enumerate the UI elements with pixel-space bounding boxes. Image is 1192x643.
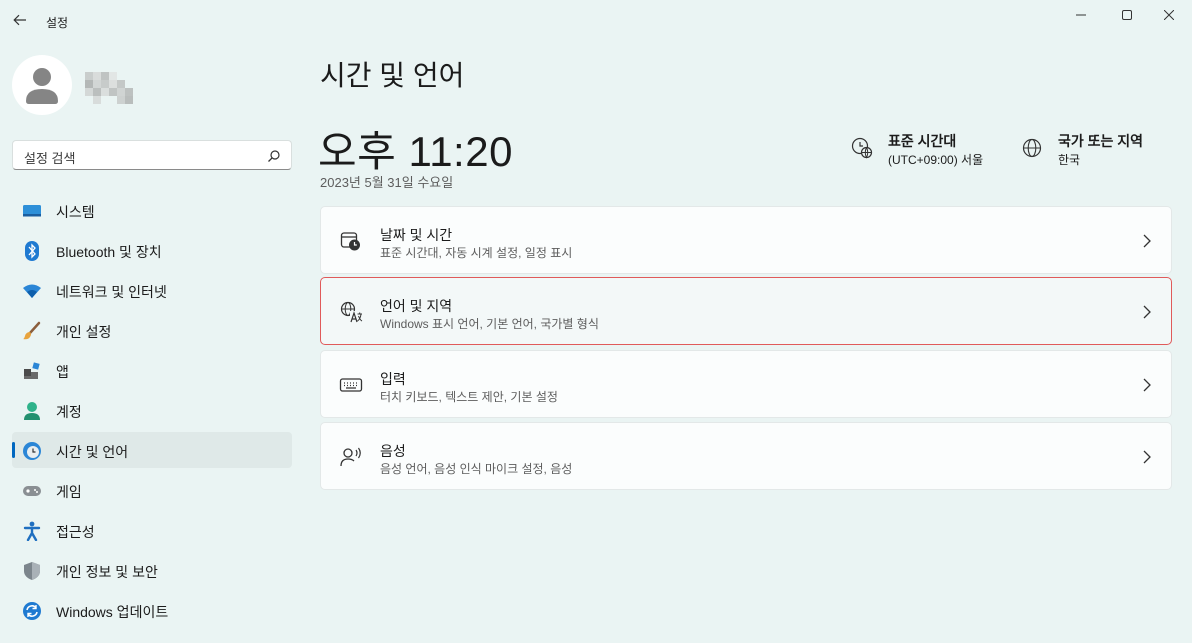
minimize-button[interactable]: [1058, 0, 1104, 30]
settings-window: 설정 설정 검색 시스템 Bluetooth 및 장치 네트워크 및 인터넷 개…: [0, 0, 1192, 643]
avatar[interactable]: [12, 55, 72, 115]
card-subtitle: 음성 언어, 음성 인식 마이크 설정, 음성: [380, 462, 573, 476]
shield-icon: [22, 561, 42, 581]
timezone-clock-icon: [851, 137, 873, 159]
timezone-value: (UTC+09:00) 서울: [888, 153, 984, 167]
back-button[interactable]: [8, 8, 32, 32]
maximize-icon: [1122, 10, 1132, 20]
accessibility-icon: [22, 521, 42, 541]
card-subtitle: 표준 시간대, 자동 시계 설정, 일정 표시: [380, 246, 573, 260]
card-subtitle: 터치 키보드, 텍스트 제안, 기본 설정: [380, 390, 558, 404]
card-language-region[interactable]: 언어 및 지역 Windows 표시 언어, 기본 언어, 국가별 형식: [320, 277, 1172, 345]
active-indicator: [12, 442, 15, 458]
card-title: 날짜 및 시간: [380, 227, 453, 243]
sidebar-item-label: Bluetooth 및 장치: [56, 244, 162, 260]
globe-icon: [1022, 138, 1042, 158]
username-redacted: [85, 72, 137, 104]
card-date-time[interactable]: 날짜 및 시간 표준 시간대, 자동 시계 설정, 일정 표시: [320, 206, 1172, 274]
bluetooth-icon: [22, 241, 42, 261]
sidebar-item-apps[interactable]: 앱: [12, 352, 292, 388]
region-value: 한국: [1058, 153, 1081, 167]
chevron-right-icon: [1143, 305, 1151, 319]
sidebar-nav: 시스템 Bluetooth 및 장치 네트워크 및 인터넷 개인 설정 앱 계정…: [12, 192, 292, 632]
sidebar-item-accessibility[interactable]: 접근성: [12, 512, 292, 548]
close-button[interactable]: [1146, 0, 1192, 30]
sidebar-item-time-language[interactable]: 시간 및 언어: [12, 432, 292, 468]
sidebar-item-label: 앱: [56, 364, 69, 380]
search-icon[interactable]: [267, 149, 281, 163]
sidebar-item-bluetooth[interactable]: Bluetooth 및 장치: [12, 232, 292, 268]
sidebar-item-label: 시스템: [56, 204, 95, 220]
sidebar-item-windows-update[interactable]: Windows 업데이트: [12, 592, 292, 628]
sidebar-item-accounts[interactable]: 계정: [12, 392, 292, 428]
sidebar-item-label: 시간 및 언어: [56, 444, 129, 460]
brush-icon: [22, 321, 42, 341]
page-title: 시간 및 언어: [320, 60, 465, 91]
search-box[interactable]: 설정 검색: [12, 140, 292, 170]
region-info: 국가 또는 지역 한국: [1020, 130, 1170, 170]
sidebar-item-label: Windows 업데이트: [56, 604, 169, 620]
sidebar-item-network[interactable]: 네트워크 및 인터넷: [12, 272, 292, 308]
user-icon: [26, 68, 58, 104]
search-input[interactable]: 설정 검색: [24, 148, 75, 167]
calendar-clock-icon: [340, 232, 360, 251]
back-arrow-icon: [13, 14, 26, 26]
title-bar: 설정: [0, 0, 1192, 44]
sidebar-item-gaming[interactable]: 게임: [12, 472, 292, 508]
sidebar-item-label: 개인 설정: [56, 324, 112, 340]
card-typing[interactable]: 입력 터치 키보드, 텍스트 제안, 기본 설정: [320, 350, 1172, 418]
update-icon: [22, 601, 42, 621]
card-title: 언어 및 지역: [380, 298, 453, 314]
chevron-right-icon: [1143, 450, 1151, 464]
time-language-icon: [22, 441, 42, 461]
app-title: 설정: [46, 16, 69, 30]
gamepad-icon: [22, 481, 42, 501]
region-label: 국가 또는 지역: [1058, 133, 1144, 149]
timezone-label: 표준 시간대: [888, 133, 957, 149]
sidebar-item-system[interactable]: 시스템: [12, 192, 292, 228]
sidebar-item-label: 게임: [56, 484, 82, 500]
speech-icon: [340, 447, 361, 467]
chevron-right-icon: [1143, 234, 1151, 248]
wifi-icon: [22, 281, 42, 301]
card-speech[interactable]: 음성 음성 언어, 음성 인식 마이크 설정, 음성: [320, 422, 1172, 490]
card-title: 입력: [380, 371, 406, 387]
close-icon: [1164, 10, 1174, 20]
sidebar-item-label: 개인 정보 및 보안: [56, 564, 158, 580]
current-date: 2023년 5월 31일 수요일: [320, 175, 454, 190]
account-icon: [22, 401, 42, 421]
language-icon: [340, 301, 363, 323]
sidebar-item-personalization[interactable]: 개인 설정: [12, 312, 292, 348]
system-display-icon: [22, 201, 42, 221]
maximize-button[interactable]: [1104, 0, 1150, 30]
apps-icon: [22, 361, 42, 381]
card-subtitle: Windows 표시 언어, 기본 언어, 국가별 형식: [380, 317, 599, 331]
chevron-right-icon: [1143, 378, 1151, 392]
sidebar-item-label: 네트워크 및 인터넷: [56, 284, 167, 300]
minimize-icon: [1076, 14, 1086, 16]
timezone-info: 표준 시간대 (UTC+09:00) 서울: [850, 130, 1010, 170]
keyboard-icon: [339, 378, 363, 392]
sidebar-item-label: 계정: [56, 404, 82, 420]
sidebar-item-label: 접근성: [56, 524, 95, 540]
card-title: 음성: [380, 443, 406, 459]
current-time: 오후 11:20: [318, 128, 513, 175]
sidebar-item-privacy[interactable]: 개인 정보 및 보안: [12, 552, 292, 588]
